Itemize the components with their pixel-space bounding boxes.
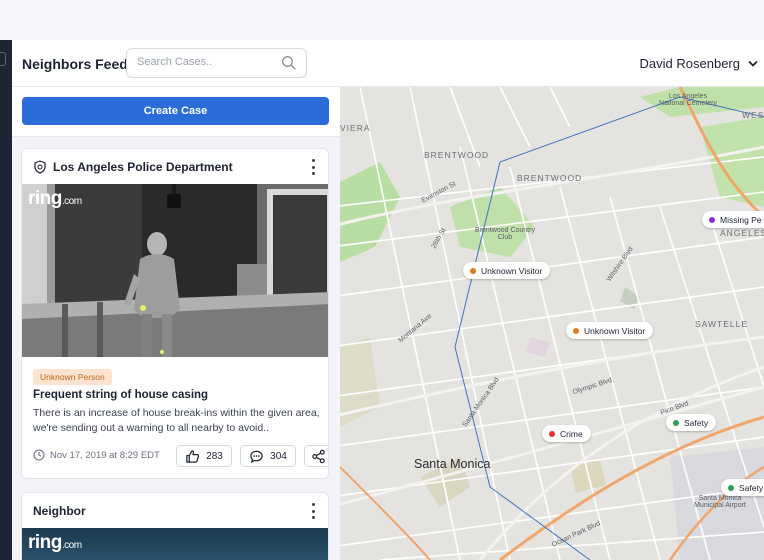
map-label-brentwood: BRENTWOOD [424, 150, 490, 160]
map-label-angeles: ANGELES [720, 228, 764, 238]
create-case-button[interactable]: Create Case [22, 97, 329, 125]
comment-count: 304 [270, 450, 287, 462]
app-header: Neighbors Feed David Rosenberg [12, 40, 764, 87]
search-icon[interactable] [281, 55, 297, 71]
like-button[interactable]: 283 [176, 445, 232, 467]
share-icon [312, 449, 325, 463]
author-name: Los Angeles Police Department [53, 160, 233, 174]
marker-dot-icon [573, 327, 579, 334]
map-view[interactable]: VIERA BRENTWOOD BRENTWOOD Los Angeles Na… [340, 87, 764, 560]
marker-dot-icon [709, 216, 715, 223]
map-marker[interactable]: Crime [542, 425, 591, 442]
map-label-west: WEST [742, 110, 764, 120]
feed-panel: Create Case Los Angeles Police Departmen… [12, 87, 340, 560]
chevron-down-icon [748, 60, 758, 67]
marker-dot-icon [549, 430, 555, 437]
map-label-country-club: Brentwood Country Club [475, 227, 535, 241]
date-text: Nov 17, 2019 at 8:29 EDT [50, 449, 160, 461]
user-name: David Rosenberg [639, 56, 740, 71]
map-marker[interactable]: Unknown Visitor [463, 262, 551, 279]
clock-icon [33, 449, 45, 461]
map-marker[interactable]: Safety [666, 414, 717, 431]
more-options-icon[interactable] [310, 503, 316, 519]
video-thumbnail[interactable]: ring.com [22, 184, 328, 357]
search-input[interactable] [137, 56, 277, 68]
post-body: There is an increase of house break-ins … [33, 407, 320, 434]
post-card[interactable]: Neighbor ring.com [21, 492, 329, 560]
comment-button[interactable]: 304 [240, 445, 296, 467]
more-options-icon[interactable] [310, 159, 316, 175]
post-header: Los Angeles Police Department [22, 149, 328, 184]
post-card[interactable]: Los Angeles Police Department ring.com U… [21, 148, 329, 479]
comment-icon [250, 450, 263, 463]
post-author[interactable]: Neighbor [33, 504, 86, 518]
map-marker[interactable]: Unknown Visitor [566, 322, 654, 339]
marker-dot-icon [470, 267, 476, 274]
user-menu[interactable]: David Rosenberg [640, 56, 758, 71]
side-rail [0, 40, 12, 560]
map-marker[interactable]: Safety [721, 479, 764, 496]
police-badge-icon [34, 160, 46, 174]
top-strip [0, 0, 764, 40]
rail-toggle-icon[interactable] [0, 52, 6, 66]
map-label-sawtelle: SAWTELLE [695, 319, 749, 329]
map-label-santa-monica: Santa Monica [414, 457, 491, 471]
share-button[interactable] [304, 445, 328, 467]
ring-logo: ring.com [28, 188, 82, 209]
map-label-airport: Santa Monica Municipal Airport [694, 495, 746, 509]
thumbs-up-icon [186, 449, 200, 463]
search-box[interactable] [126, 48, 307, 78]
marker-dot-icon [673, 419, 679, 426]
marker-dot-icon [728, 484, 734, 491]
create-case-bar: Create Case [12, 87, 340, 137]
map-label-viera: VIERA [340, 123, 371, 133]
map-label-brentwood: BRENTWOOD [517, 173, 583, 183]
post-meta: Nov 17, 2019 at 8:29 EDT 283 304 [33, 445, 328, 467]
category-badge: Unknown Person [33, 369, 112, 385]
post-title[interactable]: Frequent string of house casing [33, 389, 208, 401]
post-author[interactable]: Los Angeles Police Department [33, 160, 233, 174]
video-thumbnail[interactable]: ring.com [22, 528, 328, 560]
page-title: Neighbors Feed [22, 56, 128, 72]
like-count: 283 [206, 450, 223, 462]
ring-logo: ring.com [28, 532, 82, 553]
map-label-cemetery: Los Angeles National Cemetery [659, 93, 717, 107]
map-marker[interactable]: Missing Pe [702, 211, 764, 228]
post-date: Nov 17, 2019 at 8:29 EDT [33, 449, 160, 461]
